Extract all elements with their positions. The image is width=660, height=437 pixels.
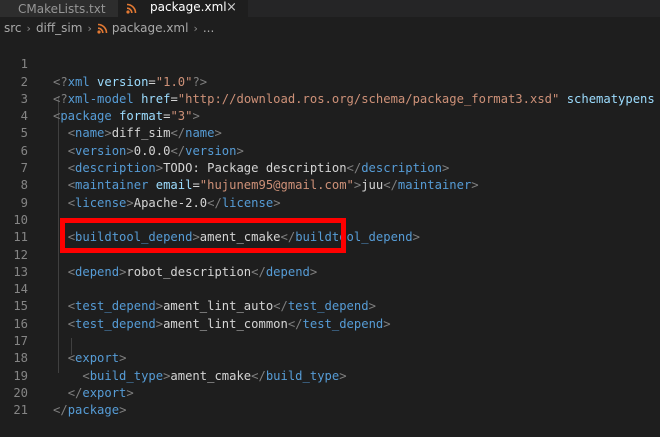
code-line: 10 <buildtool_depend>ament_cmake</buildt… [0, 195, 660, 244]
breadcrumb-package-xml[interactable]: package.xml [112, 21, 189, 35]
breadcrumb: src › diff_sim › package.xml › ... [0, 17, 660, 39]
tab-package-xml[interactable]: package.xml × [118, 0, 248, 17]
chevron-right-icon: › [193, 21, 198, 35]
tab-package-xml-label: package.xml [150, 0, 227, 14]
breadcrumb-diff-sim[interactable]: diff_sim [36, 21, 83, 35]
code-line: 1 <?xml version="1.0"?> [0, 39, 660, 88]
token: package [67, 403, 120, 418]
code-line: 7 <maintainer email="hujunem95@gmail.com… [0, 143, 660, 192]
code-line: 6 <description>TODO: Package description… [0, 126, 660, 175]
tab-cmakelists[interactable]: CMakeLists.txt [0, 0, 118, 17]
line-number: 21 [13, 403, 28, 418]
code-line: 5 <version>0.0.0</version> [0, 108, 660, 157]
tab-bar: CMakeLists.txt package.xml × [0, 0, 660, 17]
chevron-right-icon: › [87, 21, 92, 35]
breadcrumb-more[interactable]: ... [203, 21, 214, 35]
highlight-box [60, 218, 346, 253]
close-icon[interactable]: × [226, 0, 237, 15]
code-line: 14 <test_depend>ament_lint_auto</test_de… [0, 264, 660, 313]
code-line: 9 [0, 177, 660, 210]
code-line: 2 <?xml-model href="http://download.ros.… [0, 56, 660, 106]
code-line: 21 [0, 385, 660, 417]
code-line: 18 <build_type>ament_cmake</build_type> [0, 333, 660, 382]
code-line: 4 <name>diff_sim</name> [0, 91, 660, 140]
code-line: 19 </export> [0, 350, 660, 400]
rss-icon [126, 3, 137, 14]
rss-icon [97, 23, 108, 34]
breadcrumb-src[interactable]: src [4, 21, 22, 35]
code-line: 16 [0, 299, 660, 331]
code-line: 17 <export> [0, 316, 660, 365]
code-line: 8 <license>Apache-2.0</license> [0, 160, 660, 209]
code-line: 3 <package format="3"> [0, 74, 660, 123]
code-line: 15 <test_depend>ament_lint_common</test_… [0, 281, 660, 330]
code-editor[interactable]: 1 <?xml version="1.0"?> 2 <?xml-model hr… [0, 39, 660, 417]
chevron-right-icon: › [26, 21, 31, 35]
code-line: 20 </package> [0, 368, 660, 417]
tab-cmakelists-label: CMakeLists.txt [18, 1, 106, 16]
